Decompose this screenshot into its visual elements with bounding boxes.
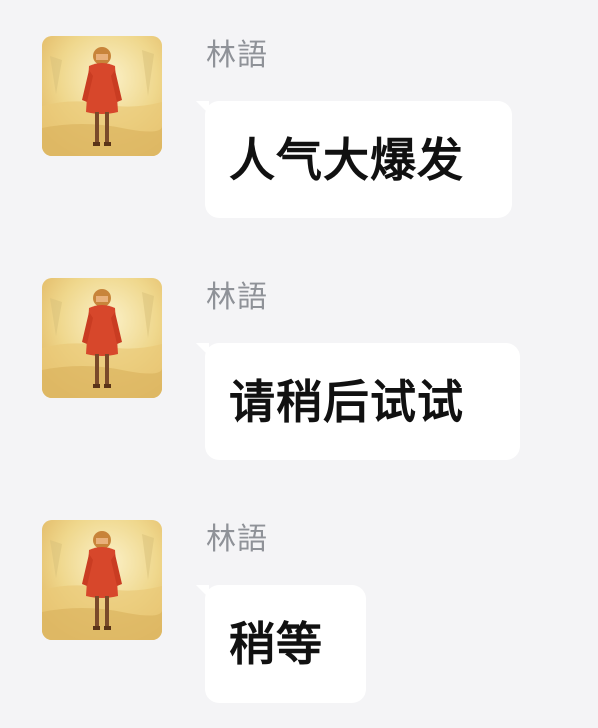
chat-message-list: 林語 人气大爆发 林語 请稍后试试 林語 稍等	[0, 0, 598, 728]
message-text: 人气大爆发	[229, 132, 464, 187]
message-text: 请稍后试试	[229, 374, 464, 429]
sender-name: 林語	[206, 522, 268, 557]
sender-avatar[interactable]	[42, 36, 162, 156]
girl-in-red-coat-illustration	[42, 278, 162, 398]
sender-avatar[interactable]	[42, 520, 162, 640]
sender-name: 林語	[206, 280, 268, 315]
message-row: 林語 请稍后试试	[0, 278, 598, 478]
message-bubble[interactable]: 请稍后试试	[196, 343, 520, 460]
girl-in-red-coat-illustration	[42, 36, 162, 156]
message-bubble[interactable]: 稍等	[196, 585, 366, 703]
message-row: 林語 稍等	[0, 520, 598, 720]
message-text: 稍等	[229, 617, 323, 671]
message-bubble[interactable]: 人气大爆发	[196, 101, 512, 218]
message-row: 林語 人气大爆发	[0, 36, 598, 236]
girl-in-red-coat-illustration	[42, 520, 162, 640]
sender-name: 林語	[206, 38, 268, 73]
sender-avatar[interactable]	[42, 278, 162, 398]
